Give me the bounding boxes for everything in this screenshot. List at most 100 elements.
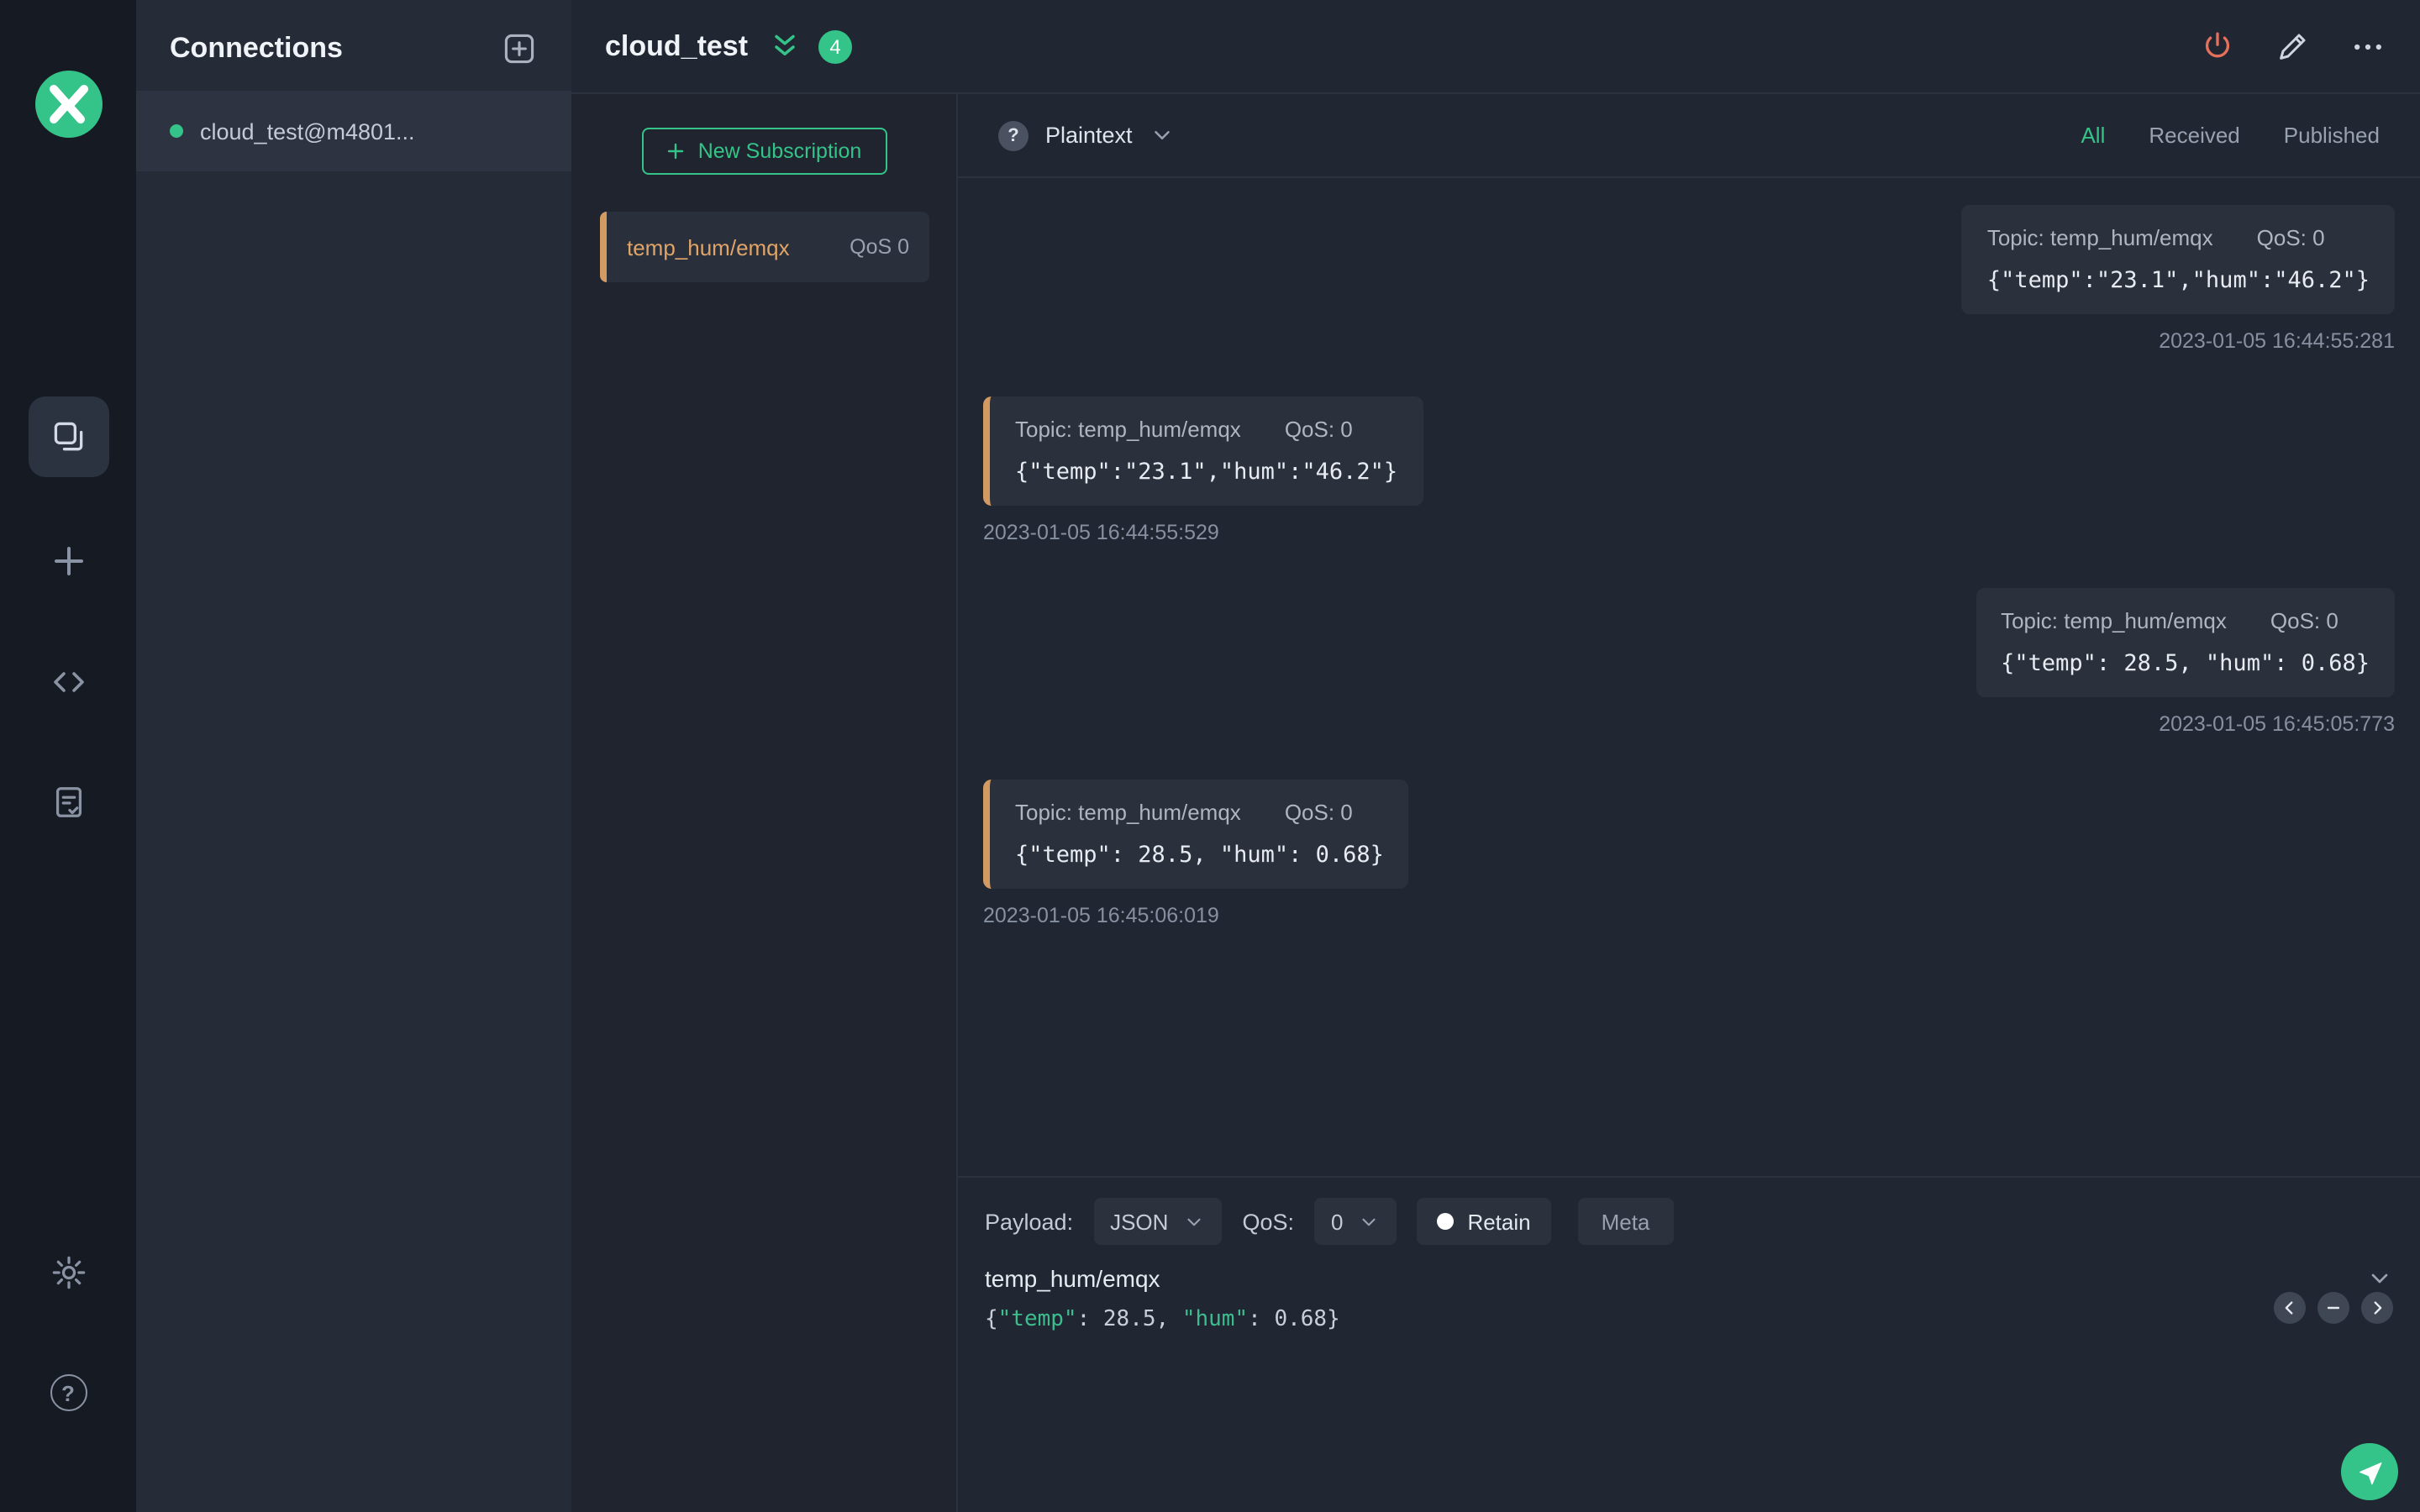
- subscription-item[interactable]: temp_hum/emqx QoS 0: [600, 212, 929, 282]
- paper-plane-icon: [2359, 1462, 2381, 1484]
- subscription-color-bar: [600, 212, 607, 282]
- nav-rail: ?: [0, 0, 136, 1512]
- editor-token: {: [985, 1307, 998, 1332]
- editor-token: :: [1076, 1307, 1103, 1332]
- mqttx-logo: [32, 67, 106, 141]
- subscription-topic: temp_hum/emqx: [627, 234, 790, 260]
- new-subscription-button[interactable]: New Subscription: [641, 128, 886, 175]
- message-topic: Topic: temp_hum/emqx: [1986, 225, 2213, 250]
- unread-count-badge: 4: [818, 29, 853, 63]
- retain-toggle[interactable]: Retain: [1417, 1198, 1551, 1245]
- edit-pencil-icon[interactable]: [2275, 29, 2309, 63]
- new-subscription-label: New Subscription: [697, 139, 862, 163]
- history-prev-icon[interactable]: [2274, 1292, 2306, 1324]
- message-topic: Topic: temp_hum/emqx: [2001, 608, 2227, 633]
- chevron-down-icon: [1150, 123, 1175, 148]
- filter-published[interactable]: Published: [2284, 123, 2380, 148]
- editor-token: :: [1248, 1307, 1275, 1332]
- editor-token-number: 28.5: [1102, 1307, 1156, 1332]
- message-payload: {"temp":"23.1","hum":"46.2"}: [1986, 267, 2370, 294]
- format-help-icon[interactable]: ?: [998, 120, 1028, 150]
- message-timestamp: 2023-01-05 16:44:55:529: [983, 521, 1219, 544]
- nav-new-connection-icon[interactable]: [48, 541, 88, 581]
- subscription-qos: QoS 0: [850, 235, 909, 259]
- connection-list-item[interactable]: cloud_test@m4801...: [136, 91, 571, 171]
- subscriptions-panel: New Subscription temp_hum/emqx QoS 0: [571, 94, 958, 1512]
- connections-panel: Connections cloud_test@m4801...: [136, 0, 571, 1512]
- message-payload: {"temp": 28.5, "hum": 0.68}: [1015, 842, 1384, 869]
- app-window: ? Connections cloud_test@m4801... cloud_…: [0, 0, 2420, 1512]
- payload-format-value: Plaintext: [1045, 123, 1133, 148]
- topic-row: temp_hum/emqx: [958, 1245, 2420, 1292]
- message-payload: {"temp":"23.1","hum":"46.2"}: [1015, 459, 1398, 486]
- editor-token-key: "temp": [997, 1307, 1077, 1332]
- qos-value: 0: [1330, 1209, 1344, 1234]
- qos-label: QoS:: [1242, 1209, 1294, 1234]
- message-published: Topic: temp_hum/emqx QoS: 0 {"temp": 28.…: [983, 588, 2395, 736]
- collapse-publish-chevron-icon[interactable]: [2366, 1265, 2393, 1292]
- nav-connections-icon[interactable]: [28, 396, 108, 477]
- disconnect-power-icon[interactable]: [2200, 29, 2235, 64]
- payload-editor[interactable]: {"temp": 28.5, "hum": 0.68}: [958, 1292, 2420, 1347]
- editor-token-key: "hum": [1181, 1307, 1249, 1332]
- retain-indicator-dot: [1437, 1213, 1455, 1230]
- payload-type-select[interactable]: JSON: [1093, 1198, 1223, 1245]
- message-card[interactable]: Topic: temp_hum/emqx QoS: 0 {"temp":"23.…: [983, 396, 1423, 506]
- editor-token: ,: [1155, 1307, 1182, 1332]
- meta-button[interactable]: Meta: [1577, 1198, 1674, 1245]
- help-question-glyph: ?: [50, 1374, 87, 1411]
- message-qos: QoS: 0: [2270, 608, 2338, 633]
- nav-log-icon[interactable]: [49, 783, 87, 822]
- editor-token: }: [1327, 1307, 1340, 1332]
- connection-header: cloud_test 4: [571, 0, 2420, 94]
- message-qos: QoS: 0: [1284, 800, 1353, 825]
- connected-status-dot: [170, 124, 183, 138]
- editor-token-number: 0.68: [1274, 1307, 1328, 1332]
- header-actions: [2200, 28, 2386, 65]
- topic-input[interactable]: temp_hum/emqx: [985, 1265, 1160, 1292]
- plus-icon: [668, 143, 684, 160]
- message-timestamp: 2023-01-05 16:45:05:773: [2159, 712, 2395, 736]
- message-filters: All Received Published: [2081, 123, 2380, 148]
- send-button[interactable]: [2341, 1443, 2398, 1500]
- connection-body: New Subscription temp_hum/emqx QoS 0 ? P…: [571, 94, 2420, 1512]
- message-payload: {"temp": 28.5, "hum": 0.68}: [2001, 650, 2370, 677]
- message-card[interactable]: Topic: temp_hum/emqx QoS: 0 {"temp":"23.…: [1961, 205, 2395, 314]
- connection-name: cloud_test@m4801...: [200, 118, 415, 144]
- nav-script-icon[interactable]: [48, 662, 88, 702]
- message-received: Topic: temp_hum/emqx QoS: 0 {"temp":"23.…: [983, 396, 2395, 544]
- history-clear-icon[interactable]: [2317, 1292, 2349, 1324]
- help-icon[interactable]: ?: [50, 1374, 87, 1411]
- payload-type-value: JSON: [1110, 1209, 1169, 1234]
- collapse-chevrons-icon[interactable]: [768, 29, 802, 63]
- settings-gear-icon[interactable]: [49, 1253, 87, 1292]
- connections-title: Connections: [170, 32, 343, 64]
- publish-controls: Payload: JSON QoS: 0 Retain Meta: [958, 1178, 2420, 1245]
- qos-select[interactable]: 0: [1313, 1198, 1397, 1245]
- history-next-icon[interactable]: [2361, 1292, 2393, 1324]
- message-timestamp: 2023-01-05 16:45:06:019: [983, 904, 1219, 927]
- retain-label: Retain: [1467, 1209, 1531, 1234]
- more-options-icon[interactable]: [2349, 28, 2386, 65]
- message-qos: QoS: 0: [1284, 417, 1353, 442]
- message-card[interactable]: Topic: temp_hum/emqx QoS: 0 {"temp": 28.…: [983, 780, 1409, 889]
- filter-all[interactable]: All: [2081, 123, 2105, 148]
- publish-panel: Payload: JSON QoS: 0 Retain Meta temp_hu…: [958, 1176, 2420, 1512]
- message-topic: Topic: temp_hum/emqx: [1015, 800, 1241, 825]
- messages-toolbar: ? Plaintext All Received Published: [958, 94, 2420, 178]
- message-topic: Topic: temp_hum/emqx: [1015, 417, 1241, 442]
- message-list[interactable]: Topic: temp_hum/emqx QoS: 0 {"temp":"23.…: [958, 178, 2420, 1176]
- connections-header: Connections: [136, 0, 571, 91]
- connection-title: cloud_test: [605, 29, 749, 61]
- message-received: Topic: temp_hum/emqx QoS: 0 {"temp": 28.…: [983, 780, 2395, 927]
- message-card[interactable]: Topic: temp_hum/emqx QoS: 0 {"temp": 28.…: [1975, 588, 2395, 697]
- payload-format-dropdown[interactable]: ? Plaintext: [998, 120, 1175, 150]
- messages-main: ? Plaintext All Received Published Topic…: [958, 94, 2420, 1512]
- new-connection-icon[interactable]: [501, 30, 538, 67]
- payload-label: Payload:: [985, 1209, 1074, 1234]
- chevron-down-icon: [1183, 1210, 1205, 1232]
- message-published: Topic: temp_hum/emqx QoS: 0 {"temp":"23.…: [983, 205, 2395, 353]
- filter-received[interactable]: Received: [2149, 123, 2239, 148]
- payload-history-nav: [2274, 1292, 2393, 1324]
- message-qos: QoS: 0: [2256, 225, 2325, 250]
